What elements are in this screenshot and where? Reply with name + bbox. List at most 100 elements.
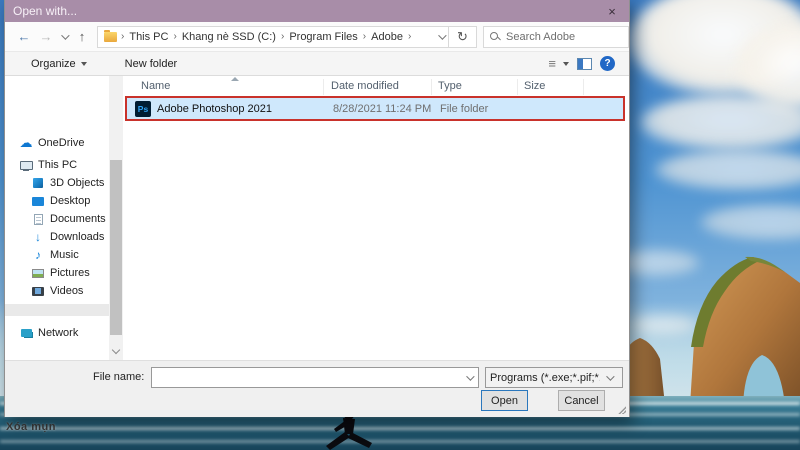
wave-foam [0, 427, 800, 430]
sidebar-item-label: Music [50, 249, 79, 261]
file-row-adobe-photoshop[interactable]: Ps Adobe Photoshop 2021 8/28/2021 11:24 … [125, 96, 625, 121]
wave-foam [0, 440, 800, 443]
caret-down-icon [81, 62, 87, 66]
photoshop-icon: Ps [135, 101, 151, 117]
column-header-size[interactable]: Size [524, 80, 545, 92]
breadcrumb-adobe[interactable]: Adobe [368, 31, 406, 43]
file-list: Name Date modified Type Size Ps Adobe Ph… [123, 76, 629, 360]
close-icon[interactable]: × [597, 0, 627, 22]
dialog-title: Open with... [13, 4, 77, 18]
sidebar-item-pictures[interactable]: Pictures [5, 264, 109, 282]
crumb-separator: › [279, 31, 286, 42]
dialog-content: ☁ OneDrive This PC 3D Objects Desktop [5, 76, 629, 360]
column-header-name[interactable]: Name [141, 80, 170, 92]
column-headers: Name Date modified Type Size [123, 76, 629, 98]
view-options-caret-icon[interactable] [563, 62, 569, 66]
new-folder-label: New folder [125, 58, 178, 70]
search-box [483, 26, 629, 48]
file-name-label: File name: [93, 371, 144, 383]
column-header-date[interactable]: Date modified [331, 80, 399, 92]
sidebar-item-onedrive[interactable]: ☁ OneDrive [5, 134, 109, 152]
breadcrumb-this-pc[interactable]: This PC [126, 31, 171, 43]
cube-icon [31, 176, 45, 190]
search-icon [490, 32, 500, 42]
open-button[interactable]: Open [481, 390, 528, 411]
file-type-select[interactable]: Programs (*.exe;*.pif;*.com;*.bat [485, 367, 623, 388]
breadcrumb-drive-c[interactable]: Khang nè SSD (C:) [179, 31, 279, 43]
crumb-separator: › [361, 31, 368, 42]
preview-pane-icon[interactable] [577, 58, 592, 70]
open-with-dialog: Open with... × ← → ↑ › This PC › Khang n… [4, 0, 630, 417]
file-name: Adobe Photoshop 2021 [157, 103, 272, 115]
sidebar-item-network[interactable]: Network [5, 324, 109, 342]
sort-ascending-icon [231, 77, 239, 81]
file-type: File folder [440, 103, 488, 115]
resize-grip[interactable] [616, 404, 626, 414]
folder-icon [104, 32, 117, 42]
sidebar-scrollbar[interactable] [109, 76, 123, 360]
watermark-text: Xóa mụn [6, 421, 56, 433]
back-icon[interactable]: ← [13, 26, 35, 48]
picture-icon [31, 266, 45, 280]
sidebar-item-3d-objects[interactable]: 3D Objects [5, 174, 109, 192]
sidebar-item-label: This PC [38, 159, 77, 171]
file-type-dropdown-icon [600, 375, 618, 381]
title-bar: Open with... × [5, 0, 629, 22]
download-arrow-icon: ↓ [31, 230, 45, 244]
history-chevron-icon[interactable] [57, 26, 71, 48]
desktop-icon [31, 194, 45, 208]
sidebar-item-label: Downloads [50, 231, 104, 243]
column-separator[interactable] [431, 79, 432, 95]
sidebar-item-label: Desktop [50, 195, 90, 207]
organize-button[interactable]: Organize [23, 52, 95, 75]
video-icon [31, 284, 45, 298]
sidebar-item-label: Network [38, 327, 78, 339]
file-name-input[interactable] [152, 368, 460, 387]
help-icon[interactable]: ? [600, 56, 615, 71]
search-input[interactable] [506, 31, 622, 43]
desktop: Xóa mụn Open with... × ← → ↑ › This PC ›… [0, 0, 800, 450]
scrollbar-thumb[interactable] [110, 160, 122, 335]
computer-icon [19, 158, 33, 172]
column-separator[interactable] [583, 79, 584, 95]
sidebar-item-desktop[interactable]: Desktop [5, 192, 109, 210]
refresh-icon[interactable]: ↻ [449, 26, 477, 48]
navigation-pane: ☁ OneDrive This PC 3D Objects Desktop [5, 76, 109, 360]
sidebar-item-music[interactable]: ♪ Music [5, 246, 109, 264]
address-bar[interactable]: › This PC › Khang nè SSD (C:) › Program … [97, 26, 449, 48]
column-separator[interactable] [517, 79, 518, 95]
crumb-separator: › [119, 31, 126, 42]
address-dropdown-icon[interactable] [438, 31, 444, 43]
sidebar-item-this-pc[interactable]: This PC [5, 156, 109, 174]
sidebar-item-downloads[interactable]: ↓ Downloads [5, 228, 109, 246]
sidebar-item-videos[interactable]: Videos [5, 282, 109, 300]
up-icon[interactable]: ↑ [71, 26, 93, 48]
network-icon [19, 326, 33, 340]
column-separator[interactable] [323, 79, 324, 95]
sidebar-item-label: Videos [50, 285, 83, 297]
sidebar-item-documents[interactable]: Documents [5, 210, 109, 228]
organize-label: Organize [31, 58, 76, 70]
document-icon [31, 212, 45, 226]
list-view-icon[interactable]: ≡ [548, 56, 555, 71]
dialog-footer: File name: Programs (*.exe;*.pif;*.com;*… [5, 360, 629, 417]
file-type-value: Programs (*.exe;*.pif;*.com;*.bat [490, 372, 600, 384]
sidebar-item-label: Pictures [50, 267, 90, 279]
crumb-separator: › [171, 31, 178, 42]
navigation-bar: ← → ↑ › This PC › Khang nè SSD (C:) › Pr… [5, 22, 629, 52]
file-name-dropdown-icon[interactable] [460, 375, 478, 381]
cloud-icon: ☁ [19, 136, 33, 150]
sidebar-item-label: 3D Objects [50, 177, 104, 189]
new-folder-button[interactable]: New folder [117, 52, 186, 75]
scrollbar-down-icon[interactable] [109, 344, 123, 358]
sidebar-divider [5, 304, 109, 316]
toolbar: Organize New folder ≡ ? [5, 52, 629, 76]
sidebar-item-label: Documents [50, 213, 106, 225]
file-date: 8/28/2021 11:24 PM [333, 103, 431, 115]
forward-icon[interactable]: → [35, 26, 57, 48]
crumb-separator: › [406, 31, 413, 42]
music-note-icon: ♪ [31, 248, 45, 262]
breadcrumb-program-files[interactable]: Program Files [286, 31, 360, 43]
cancel-button[interactable]: Cancel [558, 390, 605, 411]
column-header-type[interactable]: Type [438, 80, 462, 92]
